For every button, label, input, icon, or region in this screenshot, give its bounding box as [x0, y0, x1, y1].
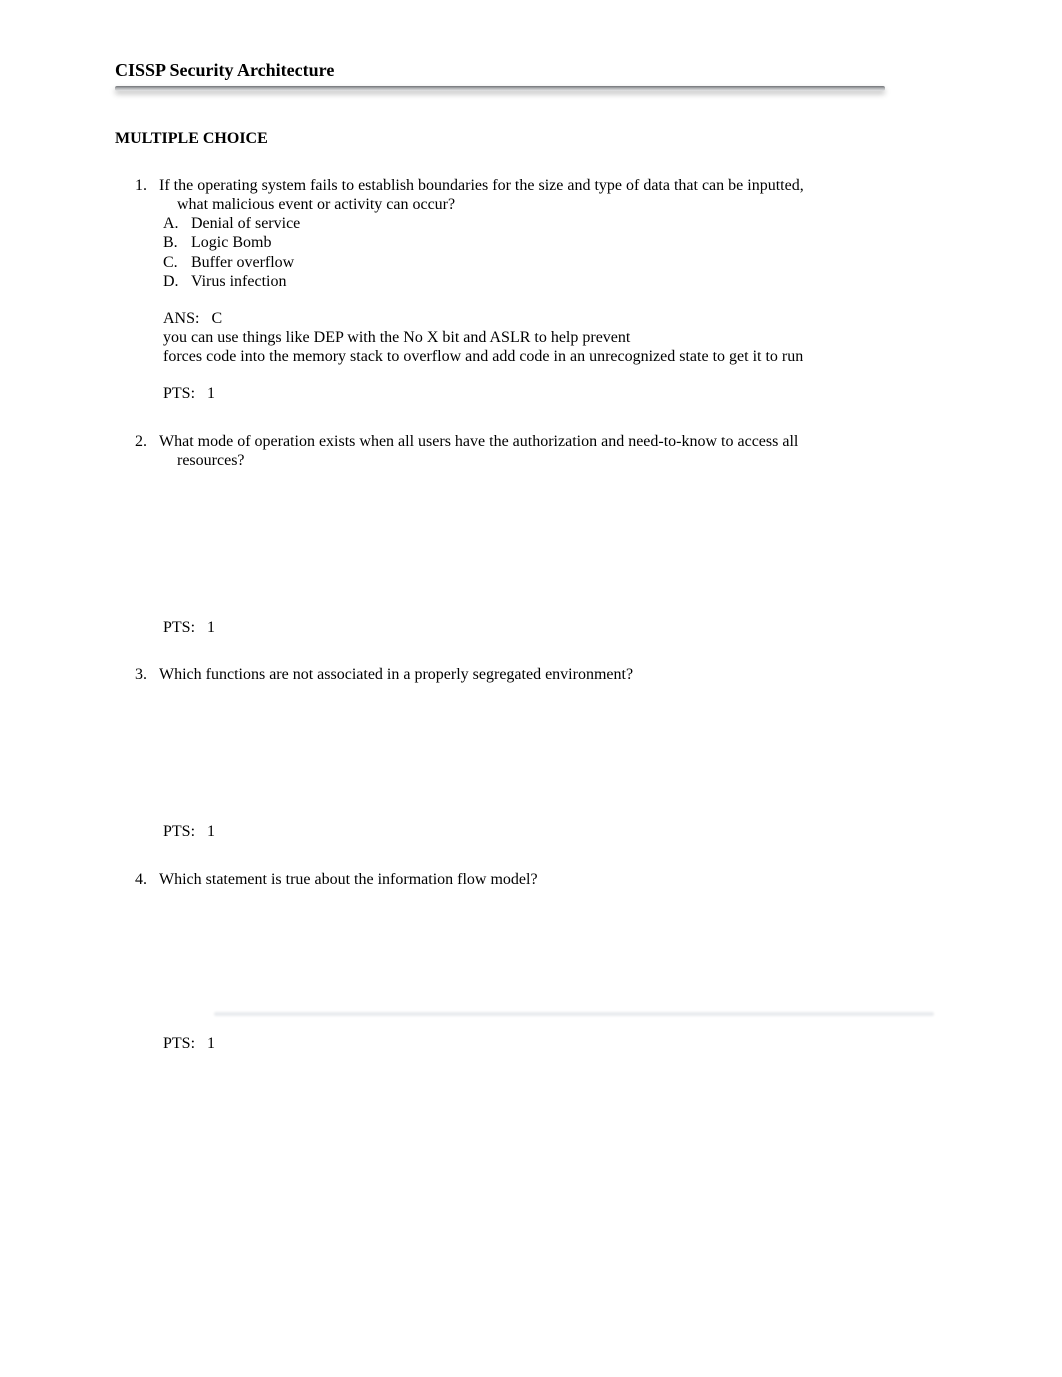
stem-line: resources?: [159, 452, 245, 469]
content-spacer: [159, 470, 947, 600]
question-number: 4.: [127, 870, 147, 889]
option-text: Buffer overflow: [191, 254, 294, 271]
question-number: 3.: [127, 665, 147, 684]
question-text: If the operating system fails to establi…: [155, 176, 947, 404]
points-line: PTS: 1: [159, 384, 947, 403]
explanation: forces code into the memory stack to ove…: [163, 347, 947, 366]
document-title: CISSP Security Architecture: [115, 60, 947, 82]
stem-line: If the operating system fails to establi…: [159, 177, 804, 194]
blurred-divider: [214, 1012, 934, 1016]
points-value: 1: [207, 385, 215, 402]
question-item: 3. Which functions are not associated in…: [155, 665, 947, 841]
explanation: you can use things like DEP with the No …: [163, 328, 947, 347]
content-spacer: [159, 684, 947, 804]
option-item: D.Virus infection: [163, 272, 947, 291]
option-letter: D.: [163, 272, 191, 291]
option-text: Logic Bomb: [191, 234, 271, 251]
option-item: C.Buffer overflow: [163, 253, 947, 272]
question-number: 2.: [127, 432, 147, 451]
stem-line: Which functions are not associated in a …: [159, 666, 633, 683]
question-item: 2. What mode of operation exists when al…: [155, 432, 947, 638]
option-item: B.Logic Bomb: [163, 233, 947, 252]
header-underline: [115, 86, 885, 91]
option-text: Virus infection: [191, 273, 286, 290]
answer-line: ANS: C: [163, 309, 947, 328]
points-value: 1: [207, 823, 215, 840]
question-stem: Which functions are not associated in a …: [159, 665, 947, 684]
option-item: A.Denial of service: [163, 214, 947, 233]
question-item: 1. If the operating system fails to esta…: [155, 176, 947, 404]
option-letter: A.: [163, 214, 191, 233]
points-line: PTS: 1: [159, 822, 947, 841]
question-stem: Which statement is true about the inform…: [159, 870, 947, 889]
stem-line: Which statement is true about the inform…: [159, 871, 538, 888]
content-spacer: [159, 889, 947, 1004]
question-stem: If the operating system fails to establi…: [159, 176, 947, 214]
options-list: A.Denial of service B.Logic Bomb C.Buffe…: [159, 214, 947, 291]
answer-value: C: [211, 310, 222, 327]
points-label: PTS:: [163, 1035, 195, 1052]
answer-label: ANS:: [163, 310, 199, 327]
question-number: 1.: [127, 176, 147, 195]
question-text: Which statement is true about the inform…: [155, 870, 947, 1053]
question-text: Which functions are not associated in a …: [155, 665, 947, 841]
question-stem: What mode of operation exists when all u…: [159, 432, 947, 470]
stem-line: What mode of operation exists when all u…: [159, 433, 798, 450]
points-line: PTS: 1: [159, 618, 947, 637]
section-heading: MULTIPLE CHOICE: [115, 129, 947, 148]
question-text: What mode of operation exists when all u…: [155, 432, 947, 638]
points-value: 1: [207, 1035, 215, 1052]
stem-line: what malicious event or activity can occ…: [159, 196, 455, 213]
option-letter: C.: [163, 253, 191, 272]
points-label: PTS:: [163, 619, 195, 636]
points-label: PTS:: [163, 385, 195, 402]
option-text: Denial of service: [191, 215, 300, 232]
points-value: 1: [207, 619, 215, 636]
points-line: PTS: 1: [159, 1034, 947, 1053]
questions-list: 1. If the operating system fails to esta…: [115, 176, 947, 1053]
points-label: PTS:: [163, 823, 195, 840]
answer-block: ANS: C you can use things like DEP with …: [159, 309, 947, 367]
option-letter: B.: [163, 233, 191, 252]
question-item: 4. Which statement is true about the inf…: [155, 870, 947, 1053]
